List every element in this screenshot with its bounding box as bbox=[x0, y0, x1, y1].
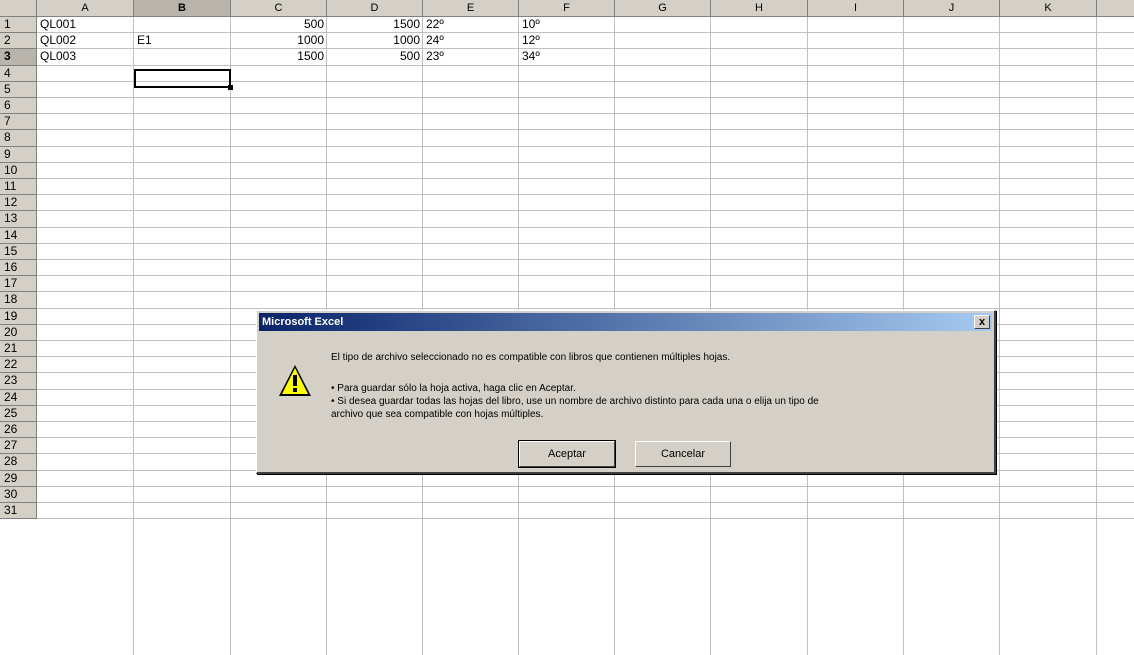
gridline-row bbox=[37, 210, 1134, 212]
cell-a1[interactable]: QL001 bbox=[37, 17, 134, 32]
row-header-9[interactable]: 9 bbox=[0, 146, 37, 163]
row-header-14[interactable]: 14 bbox=[0, 227, 37, 244]
gridline-row bbox=[37, 161, 1134, 163]
column-header-h[interactable]: H bbox=[711, 0, 808, 17]
row-header-5[interactable]: 5 bbox=[0, 81, 37, 98]
dialog-titlebar[interactable]: Microsoft Excel x bbox=[259, 313, 992, 331]
gridline-row bbox=[37, 145, 1134, 147]
row-header-10[interactable]: 10 bbox=[0, 162, 37, 179]
row-header-16[interactable]: 16 bbox=[0, 260, 37, 277]
gridline-row bbox=[37, 502, 1134, 503]
cell-e3[interactable]: 23º bbox=[423, 49, 519, 64]
row-header-31[interactable]: 31 bbox=[0, 503, 37, 520]
cell-e2[interactable]: 24º bbox=[423, 33, 519, 48]
gridline-row bbox=[37, 259, 1134, 260]
gridline-row bbox=[37, 113, 1134, 115]
row-header-15[interactable]: 15 bbox=[0, 243, 37, 260]
column-header-k[interactable]: K bbox=[1000, 0, 1097, 17]
dialog-title: Microsoft Excel bbox=[262, 316, 344, 328]
message-bullet-1: • Para guardar sólo la hoja activa, haga… bbox=[331, 383, 576, 394]
row-header-20[interactable]: 20 bbox=[0, 324, 37, 341]
cell-f3[interactable]: 34º bbox=[519, 49, 615, 64]
cell-e1[interactable]: 22º bbox=[423, 17, 519, 32]
row-header-25[interactable]: 25 bbox=[0, 405, 37, 422]
gridline-row bbox=[37, 194, 1134, 196]
close-button[interactable]: x bbox=[974, 315, 990, 329]
row-header-18[interactable]: 18 bbox=[0, 292, 37, 309]
active-cell-b3[interactable] bbox=[134, 69, 231, 88]
select-all-corner[interactable] bbox=[0, 0, 37, 17]
row-header-28[interactable]: 28 bbox=[0, 454, 37, 471]
message-bullet-2: • Si desea guardar todas las hojas del l… bbox=[331, 396, 819, 407]
gridline-row bbox=[37, 518, 1134, 520]
row-header-8[interactable]: 8 bbox=[0, 130, 37, 147]
row-header-17[interactable]: 17 bbox=[0, 276, 37, 293]
row-header-3[interactable]: 3 bbox=[0, 49, 37, 66]
column-header-e[interactable]: E bbox=[423, 0, 519, 17]
message-main: El tipo de archivo seleccionado no es co… bbox=[331, 352, 731, 363]
fill-handle[interactable] bbox=[228, 85, 233, 90]
row-header-22[interactable]: 22 bbox=[0, 357, 37, 374]
row-header-29[interactable]: 29 bbox=[0, 470, 37, 487]
row-header-21[interactable]: 21 bbox=[0, 341, 37, 358]
row-header-11[interactable]: 11 bbox=[0, 179, 37, 196]
row-header-2[interactable]: 2 bbox=[0, 33, 37, 50]
cancel-button[interactable]: Cancelar bbox=[635, 441, 731, 467]
gridline-column bbox=[230, 17, 231, 655]
column-header-i[interactable]: I bbox=[808, 0, 904, 17]
row-header-7[interactable]: 7 bbox=[0, 114, 37, 131]
column-header-b[interactable]: B bbox=[134, 0, 231, 17]
gridline-row bbox=[37, 485, 1134, 487]
row-header-1[interactable]: 1 bbox=[0, 17, 37, 34]
excel-dialog: Microsoft Excel x El tipo de archivo sel… bbox=[256, 310, 996, 474]
warning-icon bbox=[279, 365, 311, 396]
row-header-24[interactable]: 24 bbox=[0, 389, 37, 406]
row-header-13[interactable]: 13 bbox=[0, 211, 37, 228]
row-header-12[interactable]: 12 bbox=[0, 195, 37, 212]
gridline-column bbox=[1096, 17, 1097, 655]
row-header-6[interactable]: 6 bbox=[0, 98, 37, 115]
row-header-19[interactable]: 19 bbox=[0, 308, 37, 325]
cell-d1[interactable]: 1500 bbox=[327, 17, 423, 32]
cell-f2[interactable]: 12º bbox=[519, 33, 615, 48]
cell-c1[interactable]: 500 bbox=[231, 17, 327, 32]
gridline-row bbox=[37, 226, 1134, 228]
column-header-d[interactable]: D bbox=[327, 0, 423, 17]
ok-button[interactable]: Aceptar bbox=[518, 440, 616, 468]
column-header-c[interactable]: C bbox=[231, 0, 327, 17]
cell-b2[interactable]: E1 bbox=[134, 33, 231, 48]
cell-c2[interactable]: 1000 bbox=[231, 33, 327, 48]
column-header-j[interactable]: J bbox=[904, 0, 1000, 17]
cell-d3[interactable]: 500 bbox=[327, 49, 423, 64]
row-header-30[interactable]: 30 bbox=[0, 486, 37, 503]
gridline-column bbox=[133, 17, 134, 655]
cell-f1[interactable]: 10º bbox=[519, 17, 615, 32]
gridline-row bbox=[37, 129, 1134, 131]
column-header-f[interactable]: F bbox=[519, 0, 615, 17]
cell-d2[interactable]: 1000 bbox=[327, 33, 423, 48]
gridline-row bbox=[37, 291, 1134, 293]
close-icon: x bbox=[978, 316, 986, 328]
column-header-overflow bbox=[1097, 0, 1134, 17]
message-bullet-2-cont: archivo que sea compatible con hojas múl… bbox=[331, 409, 544, 420]
column-header-g[interactable]: G bbox=[615, 0, 711, 17]
gridline-column bbox=[999, 17, 1000, 655]
cell-a2[interactable]: QL002 bbox=[37, 33, 134, 48]
gridline-row bbox=[37, 242, 1134, 244]
cell-c3[interactable]: 1500 bbox=[231, 49, 327, 64]
row-header-26[interactable]: 26 bbox=[0, 422, 37, 439]
row-header-27[interactable]: 27 bbox=[0, 438, 37, 455]
row-header-4[interactable]: 4 bbox=[0, 65, 37, 82]
gridline-row bbox=[37, 97, 1134, 98]
cell-a3[interactable]: QL003 bbox=[37, 49, 134, 64]
gridline-row bbox=[37, 178, 1134, 179]
gridline-row bbox=[37, 307, 1134, 309]
row-header-23[interactable]: 23 bbox=[0, 373, 37, 390]
gridline-row bbox=[37, 275, 1134, 277]
gridline-row bbox=[37, 64, 1134, 66]
column-header-a[interactable]: A bbox=[37, 0, 134, 17]
